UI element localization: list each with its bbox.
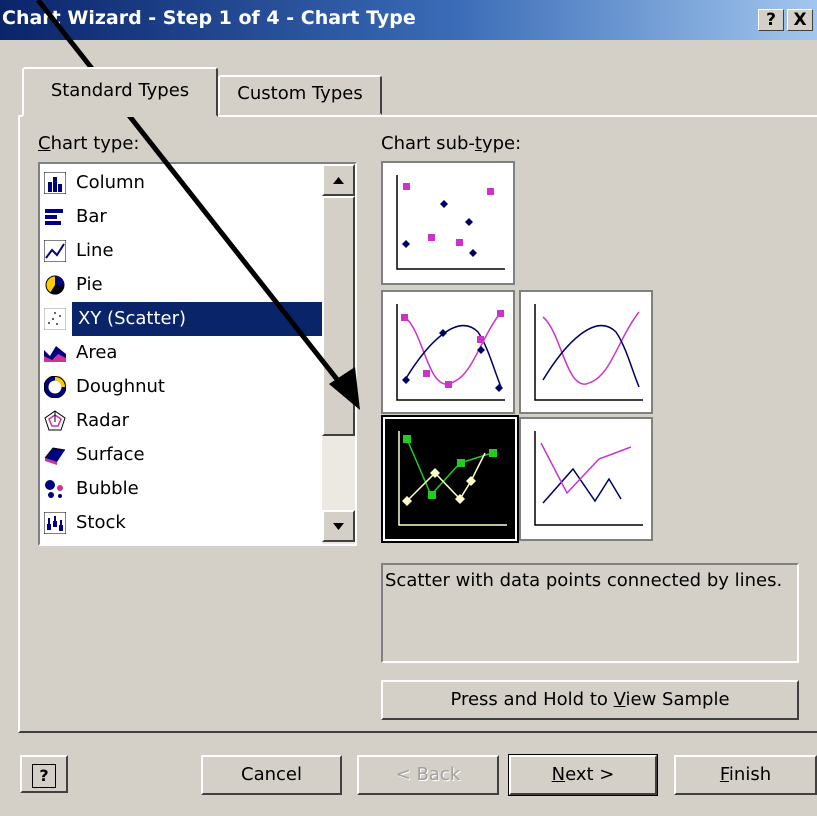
window-title: Chart Wizard - Step 1 of 4 - Chart Type (2, 7, 416, 29)
chart-type-list[interactable]: Column Bar Line Pie XY (Scatter) Area Do… (38, 162, 357, 546)
list-item-label: Doughnut (76, 376, 165, 397)
chart-type-scrollbar[interactable] (322, 164, 355, 544)
triangle-up-icon (333, 177, 344, 184)
scroll-down-button[interactable] (322, 510, 355, 542)
list-item-label: Column (76, 172, 145, 193)
title-bar[interactable]: Chart Wizard - Step 1 of 4 - Chart Type … (0, 0, 817, 40)
subtype-scatter-markers[interactable] (381, 161, 515, 285)
cancel-button[interactable]: Cancel (201, 755, 342, 795)
chart-subtype-label: Chart sub-type: (381, 133, 522, 154)
tab-standard-types[interactable]: Standard Types (22, 67, 218, 117)
scatter-smooth-lines-thumbnail (534, 304, 643, 401)
list-item-surface[interactable]: Surface (42, 438, 320, 472)
list-item-label: Bubble (76, 478, 139, 499)
bar-chart-icon (45, 209, 63, 225)
list-item-stock[interactable]: Stock (42, 506, 320, 540)
scatter-smooth-markers-thumbnail (396, 304, 505, 401)
scroll-thumb[interactable] (322, 196, 355, 436)
chart-wizard-dialog: Chart Wizard - Step 1 of 4 - Chart Type … (0, 0, 817, 816)
list-item-xy-scatter[interactable]: XY (Scatter) (42, 302, 322, 336)
view-sample-button[interactable]: Press and Hold to View Sample (381, 680, 799, 720)
list-item-label: Radar (76, 410, 129, 431)
list-item-label: XY (Scatter) (72, 302, 322, 336)
help-title-button[interactable]: ? (758, 9, 784, 31)
list-item-label: Surface (76, 444, 145, 465)
list-item-label: Bar (76, 206, 107, 227)
triangle-down-icon (333, 523, 344, 530)
pie-chart-icon (45, 275, 65, 295)
page: Chart Wizard - Step 1 of 4 - Chart Type … (0, 0, 817, 816)
list-item-label: Area (76, 342, 118, 363)
next-button[interactable]: Next > (508, 754, 658, 796)
list-item-line[interactable]: Line (42, 234, 320, 268)
stock-chart-icon (44, 512, 66, 534)
list-item-radar[interactable]: Radar (42, 404, 320, 438)
subtype-scatter-lines-markers[interactable] (381, 415, 519, 543)
column-chart-icon (44, 172, 66, 194)
list-item-label: Stock (76, 512, 126, 533)
scatter-lines-thumbnail (534, 431, 643, 526)
list-item-pie[interactable]: Pie (42, 268, 320, 302)
chart-type-label: Chart type: (38, 133, 140, 154)
doughnut-chart-icon (44, 376, 66, 398)
line-chart-icon (44, 240, 66, 262)
scatter-chart-icon (44, 308, 66, 330)
close-button[interactable]: X (787, 9, 813, 31)
tab-custom-types[interactable]: Custom Types (218, 75, 382, 115)
finish-button[interactable]: Finish (674, 755, 817, 795)
list-item-bubble[interactable]: Bubble (42, 472, 320, 506)
list-item-area[interactable]: Area (42, 336, 320, 370)
list-item-doughnut[interactable]: Doughnut (42, 370, 320, 404)
bubble-chart-icon (45, 480, 63, 498)
help-button[interactable]: ? (20, 755, 68, 793)
surface-chart-icon (44, 447, 66, 465)
subtype-description: Scatter with data points connected by li… (381, 563, 799, 663)
help-icon: ? (32, 764, 56, 788)
radar-chart-icon (44, 410, 66, 431)
scroll-up-button[interactable] (322, 164, 355, 196)
list-item-label: Pie (76, 274, 103, 295)
subtype-scatter-smooth-lines[interactable] (519, 290, 653, 414)
area-chart-icon (44, 346, 66, 362)
list-item-column[interactable]: Column (42, 166, 320, 200)
back-button[interactable]: < Back (357, 755, 499, 795)
subtype-scatter-smooth-markers[interactable] (381, 290, 515, 414)
list-item-label: Line (76, 240, 114, 261)
scatter-markers-thumbnail (396, 175, 505, 270)
scatter-lines-markers-thumbnail (398, 431, 507, 526)
subtype-scatter-lines[interactable] (519, 417, 653, 541)
list-item-bar[interactable]: Bar (42, 200, 320, 234)
